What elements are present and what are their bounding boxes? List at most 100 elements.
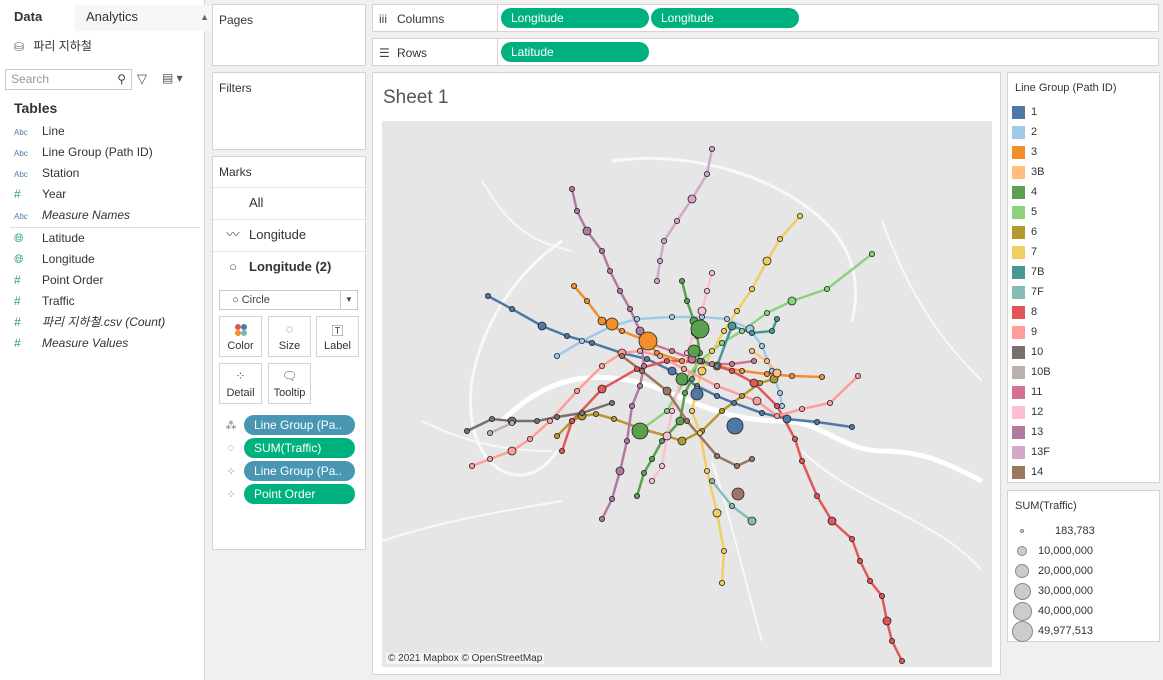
field-name: 파리 지하철.csv (Count): [42, 315, 166, 329]
search-input[interactable]: Search ⚲: [5, 69, 132, 90]
station-point: [680, 365, 687, 372]
legend-swatch: [1012, 366, 1025, 379]
map-area[interactable]: © 2021 Mapbox © OpenStreetMap: [381, 121, 992, 667]
field-line[interactable]: Abc Line: [14, 121, 204, 141]
color-legend[interactable]: Line Group (Path ID) 1 2 3 3B 4 5 6 7 7B 7F 8 9 10 10…: [1007, 72, 1160, 483]
station-point: [673, 218, 680, 225]
size-legend-item[interactable]: 49,977,513: [1008, 620, 1158, 642]
datasource-item[interactable]: ⛁ 파리 지하철: [14, 36, 92, 56]
station-point: [608, 495, 615, 502]
sort-caret-icon[interactable]: ▲: [200, 5, 209, 29]
columns-pill-longitude-2[interactable]: Longitude: [651, 8, 799, 28]
station-point: [648, 477, 655, 484]
field-count[interactable]: # 파리 지하철.csv (Count): [14, 312, 204, 332]
marks-longitude-tab[interactable]: 〰 Longitude: [213, 219, 365, 250]
pages-card[interactable]: Pages: [212, 4, 366, 66]
station-point: [776, 236, 783, 243]
marks-longitude2-tab[interactable]: ○ Longitude (2): [213, 251, 365, 282]
legend-swatch: [1012, 226, 1025, 239]
rows-shelf[interactable]: ☰ Rows Latitude: [372, 38, 1159, 66]
size-legend[interactable]: SUM(Traffic) 183,783 10,000,000 20,000,000…: [1007, 490, 1160, 642]
columns-shelf[interactable]: iii Columns Longitude Longitude: [372, 4, 1159, 32]
station-point: [758, 342, 765, 349]
legend-swatch: [1012, 126, 1025, 139]
size-legend-item[interactable]: 30,000,000: [1008, 581, 1158, 601]
number-type-icon: #: [14, 273, 21, 287]
station-point: [747, 516, 757, 526]
legend-label: 1: [1031, 106, 1038, 118]
size-label: 20,000,000: [1038, 565, 1094, 577]
station-point: [677, 436, 687, 446]
view-options-icon[interactable]: ▤ ▾: [162, 71, 183, 85]
size-legend-item[interactable]: 10,000,000: [1008, 541, 1158, 561]
station-point: [827, 516, 837, 526]
globe-icon: 🌐︎: [14, 252, 24, 266]
station-point: [718, 339, 725, 346]
station-point: [856, 557, 863, 564]
rows-pill-latitude[interactable]: Latitude: [501, 42, 649, 62]
field-latitude[interactable]: 🌐︎ Latitude: [14, 228, 204, 248]
field-longitude[interactable]: 🌐︎ Longitude: [14, 249, 204, 269]
station-point: [791, 435, 798, 442]
station-point: [658, 462, 665, 469]
station-point: [763, 370, 770, 377]
field-line-group[interactable]: Abc Line Group (Path ID): [14, 142, 204, 162]
station-point: [638, 367, 645, 374]
label-button[interactable]: 🅃︎ Label: [316, 316, 359, 357]
tooltip-button[interactable]: 🗨︎ Tooltip: [268, 363, 311, 404]
size-legend-item[interactable]: 183,783: [1008, 521, 1158, 541]
station-point: [568, 417, 575, 424]
legend-swatch: [1012, 106, 1025, 119]
legend-swatch: [1012, 266, 1025, 279]
station-point: [888, 638, 895, 645]
station-point: [798, 457, 805, 464]
field-measure-names[interactable]: Abc Measure Names: [14, 205, 204, 225]
filter-icon[interactable]: ▽: [137, 71, 147, 87]
sheet-title[interactable]: Sheet 1: [383, 87, 449, 109]
field-station[interactable]: Abc Station: [14, 163, 204, 183]
field-traffic[interactable]: # Traffic: [14, 291, 204, 311]
legend-swatch: [1012, 306, 1025, 319]
field-name: Point Order: [42, 273, 104, 287]
path-pill[interactable]: Point Order: [244, 484, 355, 504]
legend-swatch: [1012, 466, 1025, 479]
size-circle: [1020, 529, 1024, 533]
field-measure-values[interactable]: # Measure Values: [14, 333, 204, 353]
columns-pill-longitude[interactable]: Longitude: [501, 8, 649, 28]
station-point: [681, 389, 688, 396]
detail-button[interactable]: ⁘ Detail: [219, 363, 262, 404]
number-type-icon: #: [14, 294, 21, 308]
hub-station-point: [690, 319, 710, 339]
marks-all-tab[interactable]: All: [213, 187, 365, 218]
worksheet-view: Sheet 1 © 2021 Mapbox © OpenStreetMap: [372, 72, 1001, 675]
station-point: [618, 352, 625, 359]
station-point: [713, 392, 720, 399]
tab-analytics[interactable]: Analytics ▲: [74, 5, 217, 31]
color-button[interactable]: Color: [219, 316, 262, 357]
filters-card[interactable]: Filters: [212, 72, 366, 150]
legend-swatch: [1012, 326, 1025, 339]
station-point: [748, 329, 755, 336]
metro-map[interactable]: [381, 121, 992, 667]
legend-swatch: [1012, 286, 1025, 299]
field-point-order[interactable]: # Point Order: [14, 270, 204, 290]
field-year[interactable]: # Year: [14, 184, 204, 204]
search-icon: ⚲: [117, 72, 126, 86]
color-pill[interactable]: Line Group (Pa..: [244, 415, 355, 435]
size-button[interactable]: ◌ Size: [268, 316, 311, 357]
station-point: [882, 616, 892, 626]
station-point: [489, 415, 496, 422]
station-point: [563, 332, 570, 339]
detail-pill[interactable]: Line Group (Pa..: [244, 461, 355, 481]
size-legend-item[interactable]: 20,000,000: [1008, 561, 1158, 581]
size-pill[interactable]: SUM(Traffic): [244, 438, 355, 458]
station-point: [636, 347, 643, 354]
station-point: [813, 492, 820, 499]
color-label: Color: [227, 340, 254, 352]
station-point: [772, 368, 782, 378]
map-copyright: © 2021 Mapbox © OpenStreetMap: [386, 653, 545, 664]
station-point: [615, 466, 625, 476]
divider: [497, 39, 498, 65]
size-legend-item[interactable]: 40,000,000: [1008, 601, 1158, 621]
mark-type-dropdown[interactable]: ○ Circle ▼: [219, 290, 358, 310]
